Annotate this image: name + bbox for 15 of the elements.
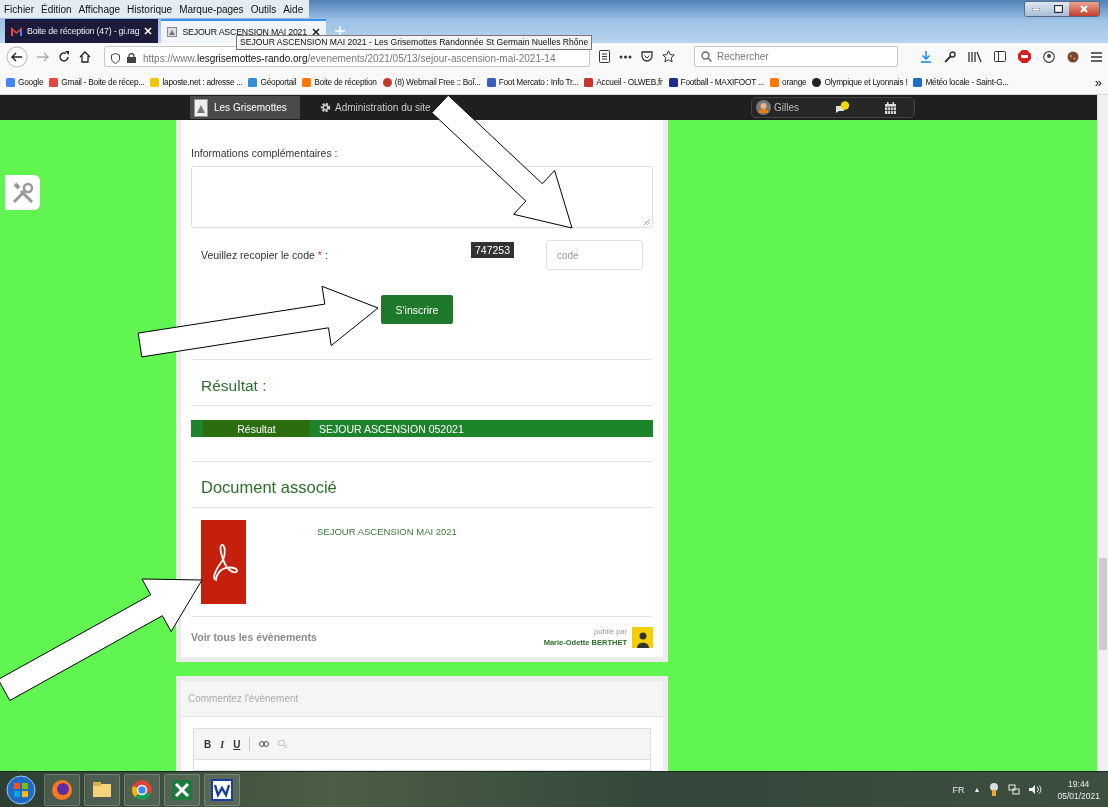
field-label: Veuillez recopier le code bbox=[201, 249, 315, 261]
captcha-code: 747253 bbox=[470, 242, 514, 258]
result-label: Résultat bbox=[203, 420, 310, 437]
url-text: https://www.lesgrisemottes-rando.org/evenements/2021/05/13/sejour-ascension-mai-2021-14 bbox=[143, 52, 556, 64]
tab-title: Boite de réception (47) - gi.rag bbox=[27, 26, 140, 36]
section-heading: Résultat : bbox=[201, 377, 268, 395]
label-colon: : bbox=[324, 249, 328, 261]
comment-header: Commentez l'évènement bbox=[181, 681, 663, 717]
tooltip: SEJOUR ASCENSION MAI 2021 - Les Grisemottes Randonnée St Germain Nuelles Rhône bbox=[236, 35, 593, 50]
section-heading: Document associé bbox=[201, 478, 338, 497]
field-label: Informations complémentaires : bbox=[191, 147, 339, 159]
search-placeholder: Rechercher bbox=[717, 51, 769, 62]
tab-title: SEJOUR ASCENSION MAI 2021 bbox=[182, 27, 307, 37]
required-mark: * bbox=[317, 249, 322, 261]
result-value: SEJOUR ASCENSION 052021 bbox=[319, 422, 464, 435]
